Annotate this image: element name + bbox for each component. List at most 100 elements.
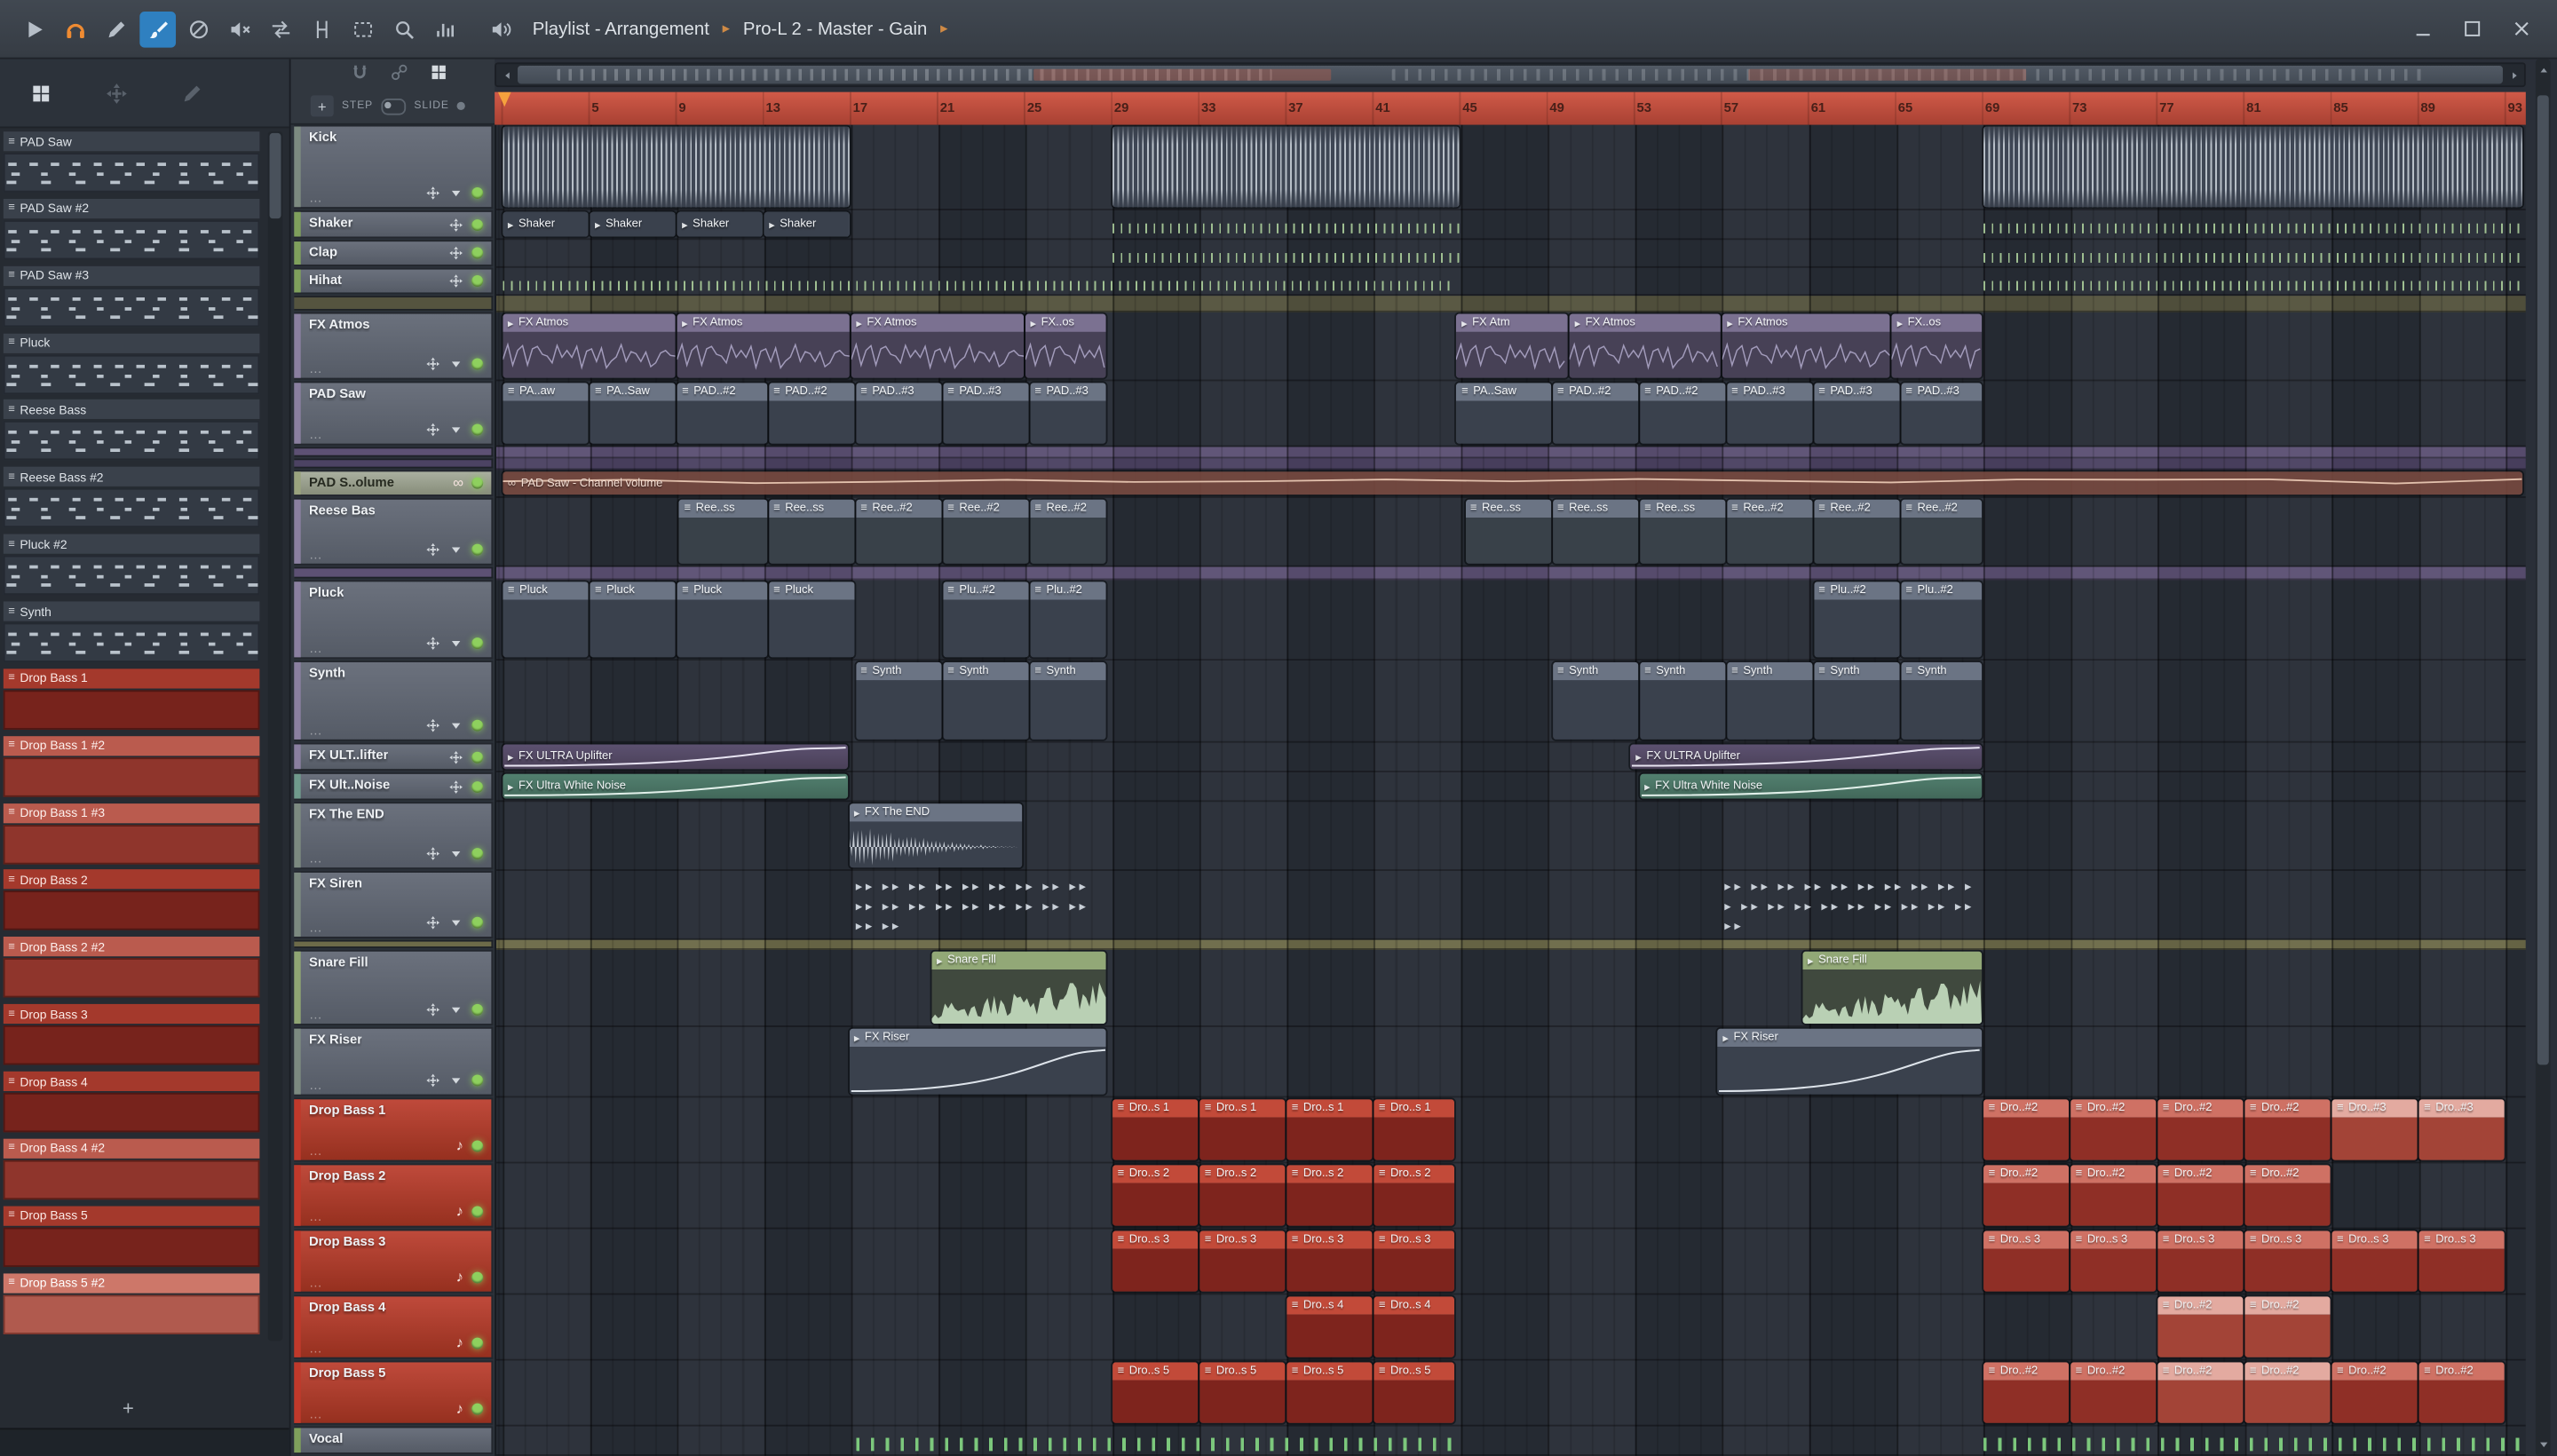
clip-ree-ss[interactable]: ≡ Ree..ss xyxy=(1552,499,1638,564)
track-mute-led[interactable] xyxy=(471,1337,484,1349)
clip-dro-2[interactable]: ≡ Dro..#2 xyxy=(2331,1362,2418,1423)
clip-ree-2[interactable]: ≡ Ree..#2 xyxy=(855,499,941,564)
arrangement-grid[interactable]: ▸ Shaker ▸ Shaker ▸ Shaker ▸ Shaker ▸ FX Atmos ▸ FX… xyxy=(495,124,2526,1456)
track-header-kick[interactable]: Kick… xyxy=(294,124,494,210)
clip-region[interactable] xyxy=(1983,1428,2522,1453)
move-track-icon[interactable] xyxy=(425,423,440,438)
scroll-down-icon[interactable] xyxy=(2536,1438,2551,1452)
track-header-synth[interactable]: Synth… xyxy=(294,661,494,741)
clip-dro-s-5[interactable]: ≡ Dro..s 5 xyxy=(1112,1362,1199,1423)
pattern-item-pluck[interactable]: ≡ Pluck xyxy=(3,332,260,394)
clip-dro-s-3[interactable]: ≡ Dro..s 3 xyxy=(1373,1230,1455,1292)
clip-dro-2[interactable]: ≡ Dro..#2 xyxy=(2157,1296,2244,1357)
clip-region[interactable] xyxy=(503,269,1455,293)
horizontal-scrollbar-thumb[interactable] xyxy=(518,66,2503,84)
clip-dro-s-3[interactable]: ≡ Dro..s 3 xyxy=(1286,1230,1373,1292)
play-button[interactable] xyxy=(17,11,53,47)
clip-dro-2[interactable]: ≡ Dro..#2 xyxy=(2157,1099,2244,1160)
track-header-shaker[interactable]: Shaker xyxy=(294,210,494,239)
track-mute-led[interactable] xyxy=(471,1074,484,1087)
speaker-icon[interactable] xyxy=(490,17,513,40)
track-mute-led[interactable] xyxy=(471,750,484,763)
clip-region[interactable] xyxy=(1112,126,1460,208)
clip-dro-2[interactable]: ≡ Dro..#2 xyxy=(1983,1362,2070,1423)
magnet-icon[interactable] xyxy=(350,62,369,82)
clip-snare-fill[interactable]: ▸ Snare Fill xyxy=(931,951,1107,1025)
picker-add-button[interactable]: + xyxy=(0,1397,257,1420)
track-lane-synth[interactable] xyxy=(495,661,2526,743)
track-menu-icon[interactable] xyxy=(448,1002,463,1017)
move-track-icon[interactable] xyxy=(425,542,440,558)
track-header-drop-bass-4[interactable]: Drop Bass 4 … ♪ xyxy=(294,1294,494,1359)
track-mute-led[interactable] xyxy=(471,543,484,556)
fl-logo[interactable] xyxy=(58,11,94,47)
clip-fx-os[interactable]: ▸ FX..os xyxy=(1892,313,1983,378)
delete-tool[interactable] xyxy=(181,11,218,47)
clip-ree-2[interactable]: ≡ Ree..#2 xyxy=(1029,499,1107,564)
track-lane-fx-the-end[interactable] xyxy=(495,802,2526,871)
clip-ree-ss[interactable]: ≡ Ree..ss xyxy=(1639,499,1725,564)
pattern-item-drop-bass-1-3[interactable]: ≡ Drop Bass 1 #3 xyxy=(3,803,260,864)
move-track-icon[interactable] xyxy=(425,186,440,201)
track-lane[interactable] xyxy=(495,447,2526,459)
clip-dro-2[interactable]: ≡ Dro..#2 xyxy=(2070,1165,2157,1226)
clip-plu-2[interactable]: ≡ Plu..#2 xyxy=(942,582,1028,658)
clip-shaker[interactable]: ▸ Shaker xyxy=(677,211,763,237)
clip-region[interactable] xyxy=(1983,269,2522,293)
move-track-icon[interactable] xyxy=(425,718,440,733)
pattern-item-reese-bass-2[interactable]: ≡ Reese Bass #2 xyxy=(3,467,260,528)
track-mute-led[interactable] xyxy=(471,477,484,489)
track-mute-led[interactable] xyxy=(471,719,484,732)
clip-pa-saw[interactable]: ≡ PA..Saw xyxy=(590,383,676,444)
track-mute-led[interactable] xyxy=(471,1206,484,1218)
clip-pad-3[interactable]: ≡ PAD..#3 xyxy=(1900,383,1983,444)
slice-tool[interactable] xyxy=(304,11,340,47)
pattern-item-drop-bass-1[interactable]: ≡ Drop Bass 1 xyxy=(3,669,260,730)
clip-ree-ss[interactable]: ≡ Ree..ss xyxy=(768,499,854,564)
track-lane-fx-siren[interactable] xyxy=(495,871,2526,940)
clip-plu-2[interactable]: ≡ Plu..#2 xyxy=(1029,582,1107,658)
clip-ree-ss[interactable]: ≡ Ree..ss xyxy=(679,499,767,564)
scroll-right-icon[interactable] xyxy=(2503,64,2524,85)
clip-dro-s-1[interactable]: ≡ Dro..s 1 xyxy=(1286,1099,1373,1160)
mute-tool[interactable] xyxy=(222,11,258,47)
clip-pad-saw-channel-volume[interactable]: ∞ PAD Saw - Channel volume xyxy=(503,471,2522,495)
clip-dro-s-3[interactable]: ≡ Dro..s 3 xyxy=(1983,1230,2070,1292)
track-mute-led[interactable] xyxy=(471,358,484,370)
clip-dro-2[interactable]: ≡ Dro..#2 xyxy=(2244,1362,2331,1423)
pattern-item-pad-saw[interactable]: ≡ PAD Saw xyxy=(3,131,260,193)
clip-plu-2[interactable]: ≡ Plu..#2 xyxy=(1900,582,1983,658)
clip-dro-s-3[interactable]: ≡ Dro..s 3 xyxy=(2244,1230,2331,1292)
track-mute-led[interactable] xyxy=(471,1403,484,1415)
track-mute-led[interactable] xyxy=(471,1140,484,1152)
track-header-fx-atmos[interactable]: FX Atmos… xyxy=(294,312,494,380)
track-menu-icon[interactable] xyxy=(448,186,463,201)
clip-dro-s-3[interactable]: ≡ Dro..s 3 xyxy=(2070,1230,2157,1292)
track-menu-icon[interactable] xyxy=(448,1073,463,1088)
clip-pad-3[interactable]: ≡ PAD..#3 xyxy=(1029,383,1107,444)
track-header-snare-fill[interactable]: Snare Fill… xyxy=(294,949,494,1025)
clip-dro-s-3[interactable]: ≡ Dro..s 3 xyxy=(1199,1230,1286,1292)
clip-pluck[interactable]: ≡ Pluck xyxy=(590,582,676,658)
clip-region[interactable] xyxy=(855,1428,1455,1453)
clip-dro-2[interactable]: ≡ Dro..#2 xyxy=(2244,1296,2331,1357)
clip-dro-s-4[interactable]: ≡ Dro..s 4 xyxy=(1286,1296,1373,1357)
horizontal-scrollbar[interactable] xyxy=(495,62,2526,88)
track-lane[interactable] xyxy=(495,296,2526,313)
clip-region[interactable] xyxy=(503,126,850,208)
clip-snare-fill[interactable]: ▸ Snare Fill xyxy=(1802,951,1983,1025)
clip-synth[interactable]: ≡ Synth xyxy=(1726,661,1812,740)
clip-pad-2[interactable]: ≡ PAD..#2 xyxy=(1552,383,1638,444)
move-track-icon[interactable] xyxy=(448,217,463,232)
track-lane[interactable] xyxy=(495,458,2526,471)
track-header-reese-bas[interactable]: Reese Bas… xyxy=(294,497,494,566)
track-menu-icon[interactable] xyxy=(448,636,463,651)
clip-dro-s-1[interactable]: ≡ Dro..s 1 xyxy=(1112,1099,1199,1160)
clip-pluck[interactable]: ≡ Pluck xyxy=(768,582,854,658)
track-header-fx-ult-lifter[interactable]: FX ULT..lifter xyxy=(294,742,494,772)
track-header-vocal[interactable]: Vocal xyxy=(294,1426,494,1455)
clip-pad-2[interactable]: ≡ PAD..#2 xyxy=(677,383,767,444)
picker-scrollbar-thumb[interactable] xyxy=(269,132,281,219)
clip-fx-atmos[interactable]: ▸ FX Atmos xyxy=(1570,313,1721,378)
clip-dro-s-3[interactable]: ≡ Dro..s 3 xyxy=(2418,1230,2505,1292)
